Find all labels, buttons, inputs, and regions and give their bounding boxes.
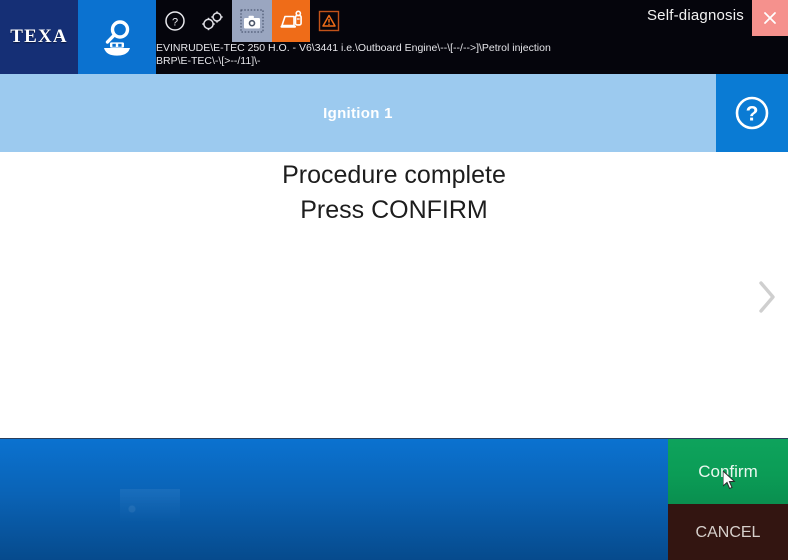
vehicle-info-text: EVINRUDE\E-TEC 250 H.O. - V6\3441 i.e.\O…	[156, 42, 551, 67]
svg-text:?: ?	[746, 103, 759, 126]
bottom-action-bar: Confirm CANCEL	[0, 438, 788, 560]
main-content: Procedure complete Press CONFIRM	[0, 152, 788, 438]
warning-triangle-button[interactable]	[310, 0, 348, 42]
texa-logo: TEXA	[0, 0, 78, 74]
warning-triangle-icon	[318, 10, 340, 32]
help-icon: ?	[165, 11, 185, 31]
icon-toolbar: ?	[156, 0, 348, 42]
page-title: Ignition 1	[323, 104, 393, 122]
chevron-right-icon	[759, 281, 775, 313]
question-circle-icon: ?	[735, 96, 769, 130]
top-bar: TEXA ? EVINRUDE\E-TEC 250 H.O. - V6\3441…	[0, 0, 788, 74]
settings-gears-button[interactable]	[194, 0, 232, 42]
next-page-button[interactable]	[750, 274, 784, 320]
procedure-message: Procedure complete Press CONFIRM	[282, 161, 506, 224]
mode-button-self-diagnosis[interactable]	[78, 0, 156, 74]
svg-text:?: ?	[172, 17, 178, 29]
app-title: Self-diagnosis	[646, 7, 744, 24]
section-header-band: Ignition 1 ?	[0, 74, 788, 152]
screenshot-camera-button[interactable]	[232, 0, 272, 42]
cancel-button[interactable]: CANCEL	[668, 504, 788, 560]
close-icon	[764, 12, 776, 24]
screenshot-camera-icon	[240, 9, 264, 33]
confirm-button[interactable]: Confirm	[668, 439, 788, 504]
close-button[interactable]	[752, 0, 788, 36]
settings-gears-icon	[202, 11, 223, 31]
device-connection-button[interactable]	[272, 0, 310, 42]
logo-text: TEXA	[10, 26, 68, 47]
boat-diagnosis-icon	[104, 20, 130, 56]
texa-self-diagnosis-window: TEXA ? EVINRUDE\E-TEC 250 H.O. - V6\3441…	[0, 0, 788, 560]
help-icon-button[interactable]: ?	[156, 0, 194, 42]
device-connection-icon	[280, 10, 302, 28]
context-help-button[interactable]: ?	[716, 74, 788, 152]
